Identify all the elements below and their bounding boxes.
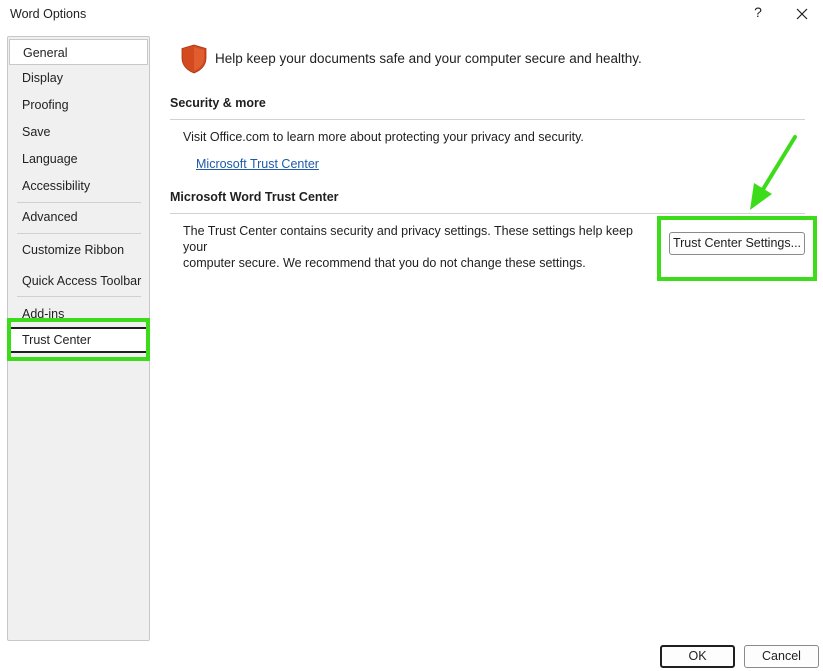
sidebar-divider [17,233,141,234]
sidebar-item-language[interactable]: Language [9,146,148,172]
options-sidebar: General Display Proofing Save Language A… [7,36,150,641]
microsoft-trust-center-link[interactable]: Microsoft Trust Center [196,157,319,171]
trust-center-section-title: Microsoft Word Trust Center [170,190,339,204]
shield-icon [181,44,207,74]
section-divider [170,119,805,120]
window-title: Word Options [10,7,87,21]
trust-center-pane: Help keep your documents safe and your c… [170,0,810,640]
sidebar-item-advanced[interactable]: Advanced [9,204,148,230]
sidebar-item-trust-center[interactable]: Trust Center [9,327,148,353]
trust-center-description: The Trust Center contains security and p… [183,223,653,271]
cancel-button[interactable]: Cancel [744,645,819,668]
ok-button[interactable]: OK [660,645,735,668]
sidebar-item-accessibility[interactable]: Accessibility [9,173,148,199]
security-description: Visit Office.com to learn more about pro… [183,130,584,144]
sidebar-item-display[interactable]: Display [9,65,148,91]
section-divider [170,213,805,214]
header-description: Help keep your documents safe and your c… [215,51,642,66]
trust-center-description-line: The Trust Center contains security and p… [183,224,633,254]
sidebar-divider [17,296,141,297]
trust-center-settings-button[interactable]: Trust Center Settings... [669,232,805,255]
sidebar-item-save[interactable]: Save [9,119,148,145]
sidebar-item-add-ins[interactable]: Add-ins [9,301,148,327]
sidebar-item-quick-access-toolbar[interactable]: Quick Access Toolbar [9,268,148,294]
trust-center-description-line: computer secure. We recommend that you d… [183,256,586,270]
sidebar-item-general[interactable]: General [9,39,148,65]
sidebar-item-proofing[interactable]: Proofing [9,92,148,118]
security-section-title: Security & more [170,96,266,110]
sidebar-item-customize-ribbon[interactable]: Customize Ribbon [9,237,148,263]
sidebar-divider [17,202,141,203]
